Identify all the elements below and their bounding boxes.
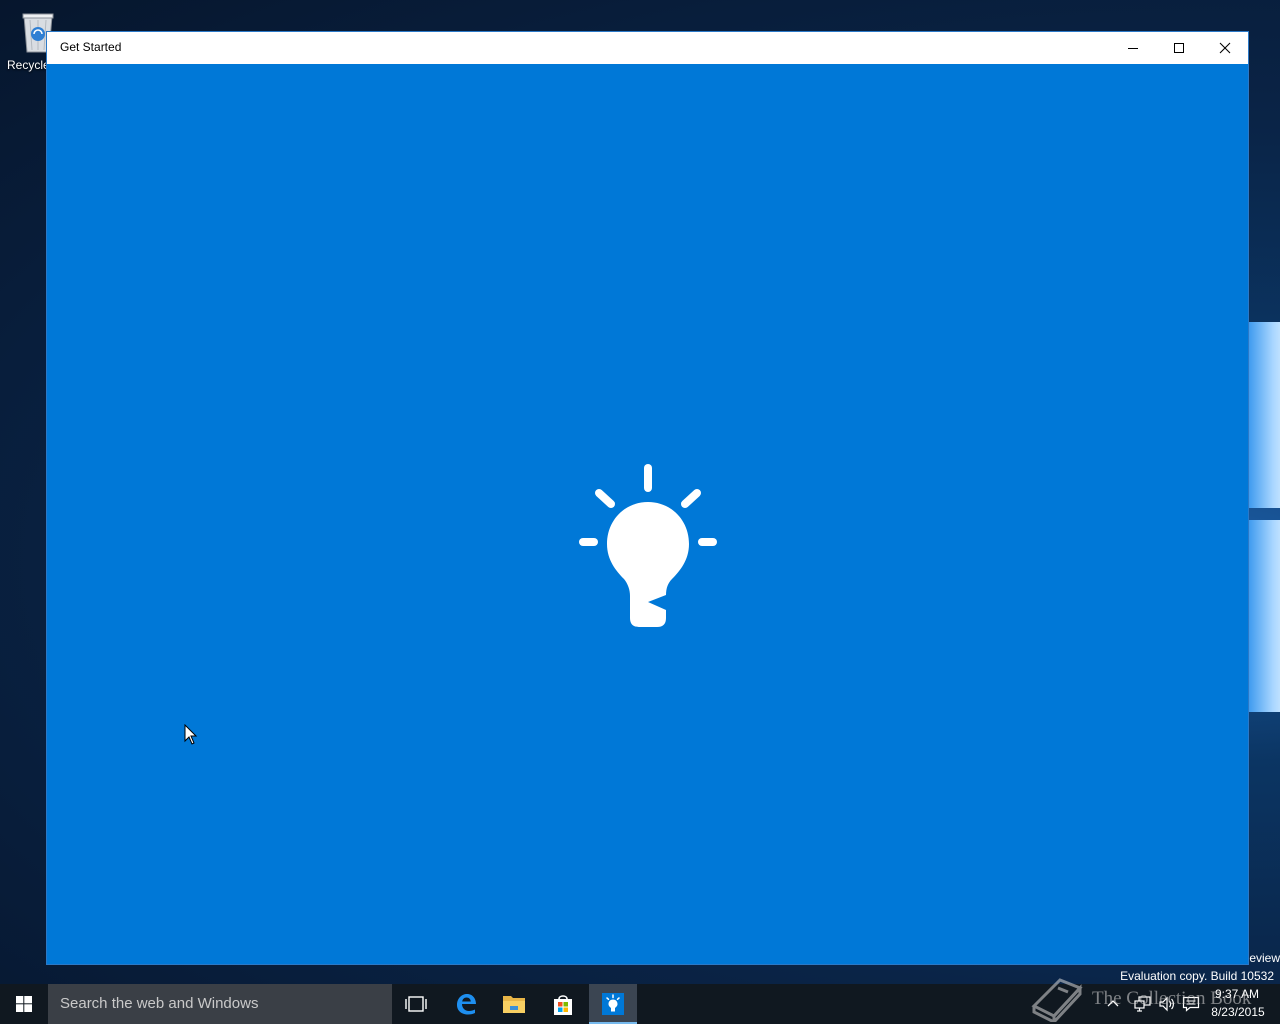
minimize-icon [1128,48,1138,49]
system-tray: 9:37 AM 8/23/2015 [1100,984,1280,1024]
close-button[interactable] [1202,32,1248,64]
start-button[interactable] [0,984,48,1024]
recycle-bin-label: Recycle [7,58,50,72]
search-box[interactable]: Search the web and Windows [48,984,392,1024]
maximize-button[interactable] [1156,32,1202,64]
clock-time[interactable]: 9:37 AM [1211,987,1263,1001]
action-center-icon[interactable] [1182,996,1200,1012]
maximize-icon [1174,43,1184,53]
edition-watermark: eview [1249,951,1280,965]
chevron-up-icon[interactable] [1106,996,1120,1010]
folder-icon [503,996,525,1013]
get-started-window: Get Started [47,32,1248,964]
search-placeholder: Search the web and Windows [60,995,259,1012]
get-started-taskbar-button[interactable] [589,984,637,1024]
lightbulb-icon [602,993,624,1015]
edge-icon [457,994,476,1015]
taskbar: Search the web and Windows 9:37 AM 8/23/… [0,984,1280,1024]
title-bar[interactable]: Get Started [47,32,1248,64]
build-watermark: Evaluation copy. Build 10532 [1120,969,1274,983]
close-icon [1219,42,1231,54]
desktop: Recycle Get Started eview Evaluation cop… [0,0,1280,1024]
store-button[interactable] [539,984,587,1024]
lightbulb-icon [579,464,717,627]
windows-logo-pane-top [1249,322,1280,508]
minimize-button[interactable] [1110,32,1156,64]
network-icon[interactable] [1134,996,1152,1012]
task-view-button[interactable] [392,984,440,1024]
window-title: Get Started [60,40,122,54]
store-icon [554,995,572,1015]
mouse-cursor [184,724,198,745]
windows-logo-pane-bottom [1249,520,1280,712]
volume-icon[interactable] [1158,996,1176,1012]
clock-date[interactable]: 8/23/2015 [1208,1005,1268,1019]
splash-screen [47,64,1248,964]
file-explorer-button[interactable] [490,984,538,1024]
windows-logo-icon [16,996,32,1012]
edge-button[interactable] [442,984,490,1024]
task-view-icon [405,996,427,1012]
